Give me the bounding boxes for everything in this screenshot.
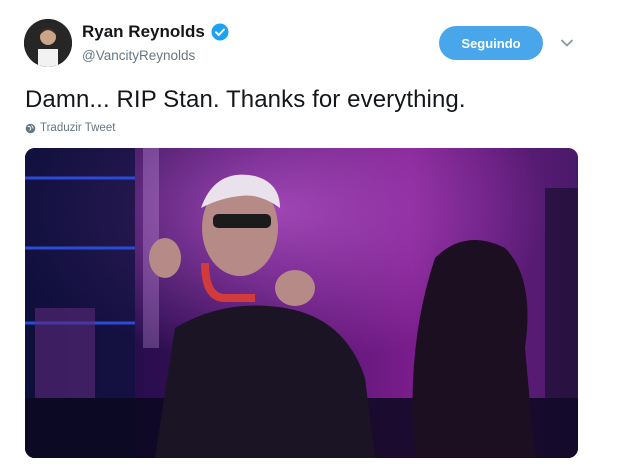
globe-icon [25, 123, 36, 134]
translate-tweet-label[interactable]: Traduzir Tweet [40, 122, 115, 134]
tweet-media-image[interactable] [25, 148, 578, 458]
author-name-row[interactable]: Ryan Reynolds [82, 22, 229, 42]
verified-badge-icon [211, 23, 229, 41]
tweet-text: Damn... RIP Stan. Thanks for everything. [25, 86, 466, 113]
translate-tweet-link[interactable]: Traduzir Tweet [25, 122, 115, 134]
avatar[interactable] [24, 19, 72, 67]
author-display-name[interactable]: Ryan Reynolds [82, 22, 205, 42]
chevron-down-icon[interactable] [560, 36, 574, 50]
author-handle[interactable]: @VancityReynolds [82, 48, 195, 63]
following-button[interactable]: Seguindo [439, 26, 543, 60]
